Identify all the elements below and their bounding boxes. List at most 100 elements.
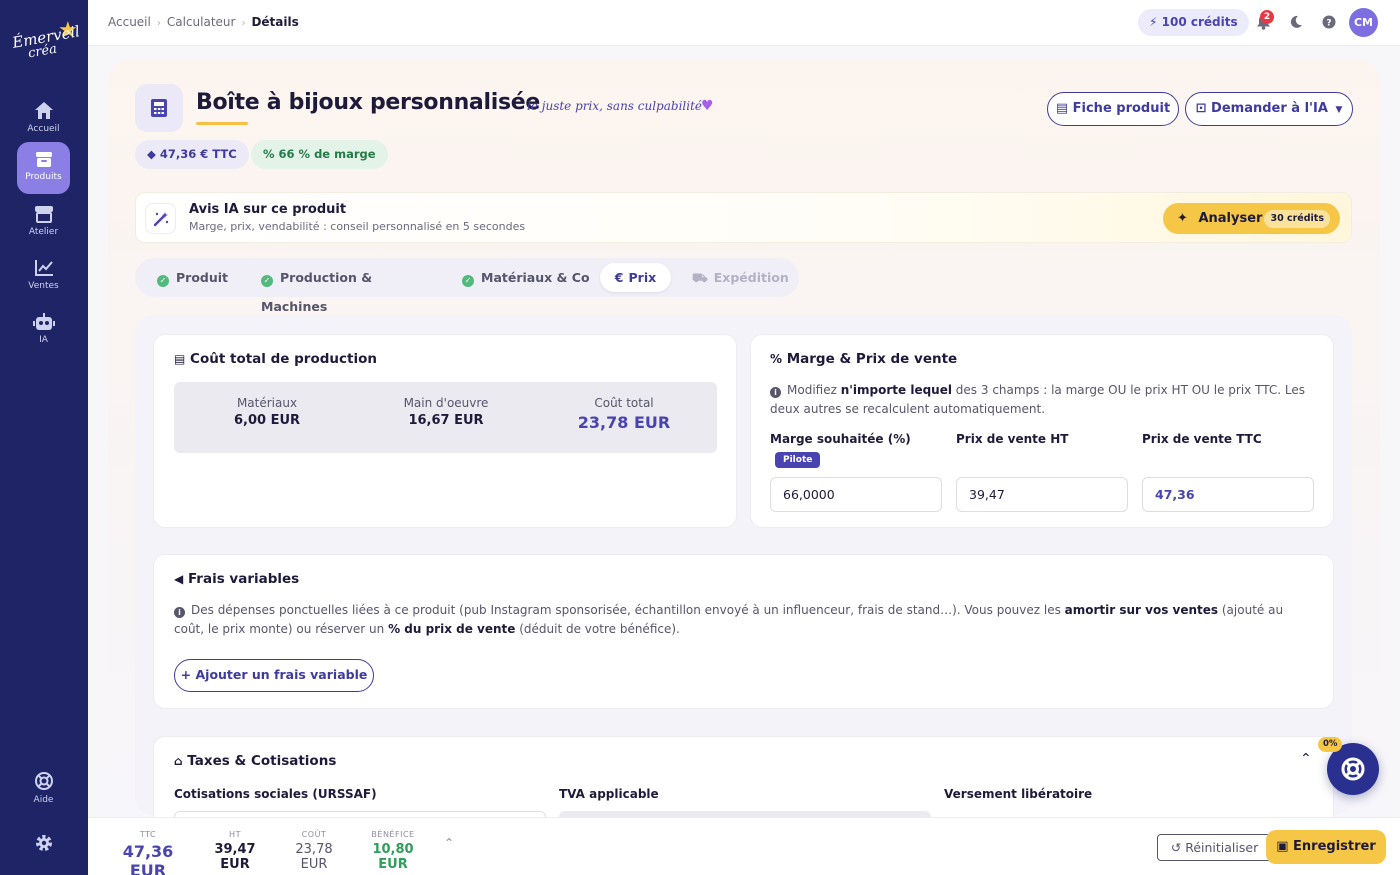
- margin-pill-label: 66 % de marge: [278, 147, 376, 161]
- ask-ai-label: Demander à l'IA: [1211, 101, 1328, 116]
- pricing-section: ▤ Coût total de production Matériaux 6,0…: [135, 315, 1352, 841]
- cost-total: Coût total 23,78 EUR: [534, 396, 714, 432]
- sidebar-item-atelier[interactable]: Atelier: [17, 196, 70, 248]
- ai-card-subtitle: Marge, prix, vendabilité : conseil perso…: [189, 220, 526, 233]
- breadcrumb-current: Détails: [251, 15, 299, 29]
- margin-info-pre: Modifiez: [787, 383, 841, 397]
- gear-icon: [35, 835, 52, 851]
- magic-wand-icon: [153, 212, 168, 227]
- lifebuoy-icon: [34, 772, 53, 790]
- analyze-cost-badge: 30 crédits: [1264, 210, 1330, 228]
- cost-total-value: 23,78 EUR: [577, 413, 671, 432]
- taxes-title: ⌂ Taxes & Cotisations: [174, 753, 336, 769]
- chevron-up-icon[interactable]: ⌃: [444, 836, 454, 850]
- summary-profit: BÉNÉFICE 10,80 EUR: [360, 830, 426, 872]
- product-sheet-label: Fiche produit: [1072, 101, 1171, 116]
- analyze-label: Analyser: [1198, 211, 1263, 226]
- summary-ht: HT 39,47 EUR: [202, 830, 268, 872]
- margin-card-title: % Marge & Prix de vente: [770, 351, 957, 367]
- vat-label: TVA applicable: [559, 787, 659, 801]
- bolt-icon: ⚡: [1149, 15, 1158, 29]
- breadcrumb-accueil[interactable]: Accueil: [108, 15, 151, 29]
- cost-materials-label: Matériaux: [236, 396, 298, 410]
- versement-label: Versement libératoire: [944, 787, 1093, 801]
- tab-production[interactable]: ✓ Production & Machines: [261, 263, 441, 314]
- tab-prix[interactable]: € Prix: [600, 263, 671, 292]
- pilot-badge: Pilote: [775, 452, 821, 468]
- tab-materiaux[interactable]: ✓ Matériaux & Co: [462, 263, 592, 292]
- check-icon: ✓: [157, 275, 169, 287]
- sidebar-item-produits[interactable]: Produits: [17, 142, 70, 194]
- chevron-up-icon[interactable]: ⌃: [1300, 751, 1312, 767]
- avatar[interactable]: CM: [1349, 8, 1378, 37]
- ai-icon-box: [145, 203, 176, 234]
- summary-cost: COÛT 23,78 EUR: [280, 830, 348, 872]
- sidebar-item-label: Atelier: [28, 227, 59, 237]
- cost-materials-value: 6,00 EUR: [233, 413, 301, 428]
- summary-ht-key: HT: [229, 830, 241, 839]
- taxes-title-text: Taxes & Cotisations: [187, 753, 337, 769]
- summary-ttc-value: 47,36 EUR: [122, 842, 174, 875]
- save-button[interactable]: ▣ Enregistrer: [1266, 830, 1386, 864]
- tab-expedition: ⛟ Expédition: [692, 263, 792, 292]
- price-pill-label: 47,36 € TTC: [159, 147, 237, 161]
- margin-input[interactable]: 66,0000: [770, 477, 942, 512]
- help-icon[interactable]: ?: [1322, 15, 1336, 29]
- sidebar-item-label: Aide: [33, 795, 54, 805]
- info-icon: i: [174, 607, 185, 618]
- box-icon: [35, 152, 52, 167]
- credits-button[interactable]: ⚡ 100 crédits: [1138, 9, 1249, 36]
- cost-card: ▤ Coût total de production Matériaux 6,0…: [153, 334, 737, 528]
- ttc-field-label: Prix de vente TTC: [1142, 432, 1262, 446]
- cost-labor-label: Main d'oeuvre: [403, 396, 489, 410]
- info-icon: i: [770, 387, 781, 398]
- chevron-right-icon: ›: [156, 18, 161, 29]
- tab-produit[interactable]: ✓ Produit: [157, 263, 257, 292]
- product-icon-box: [135, 84, 183, 132]
- tab-label: Matériaux & Co: [481, 270, 590, 285]
- sidebar-item-accueil[interactable]: Accueil: [17, 92, 70, 144]
- tab-label: Produit: [176, 270, 229, 285]
- calculator-icon: [151, 99, 167, 117]
- sidebar-item-aide[interactable]: Aide: [17, 762, 70, 814]
- truck-icon: ⛟: [692, 270, 708, 285]
- margin-card: % Marge & Prix de vente i Modifiez n'impo…: [750, 334, 1334, 528]
- tagline: le juste prix, sans culpabilité: [527, 99, 703, 113]
- ask-ai-button[interactable]: ⊡ Demander à l'IA ▼: [1185, 92, 1353, 126]
- price-pill: ◆ 47,36 € TTC: [135, 140, 249, 169]
- price-ttc-input[interactable]: 47,36: [1142, 477, 1314, 512]
- save-label: Enregistrer: [1293, 839, 1376, 854]
- sidebar-item-ia[interactable]: IA: [17, 304, 70, 356]
- ht-field-label: Prix de vente HT: [956, 432, 1069, 446]
- cost-total-label: Coût total: [594, 396, 654, 410]
- robot-icon: [32, 313, 55, 330]
- sidebar-item-label: Ventes: [28, 281, 59, 291]
- settings-button[interactable]: [17, 824, 70, 860]
- magic-wand-icon: ✦: [1177, 211, 1188, 226]
- margin-info: i Modifiez n'importe lequel des 3 champs …: [770, 381, 1310, 419]
- summary-ttc-key: TTC: [139, 830, 157, 839]
- breadcrumb-calculateur[interactable]: Calculateur: [167, 15, 236, 29]
- analyze-button[interactable]: ✦ Analyser 30 crédits: [1163, 203, 1340, 234]
- sidebar-item-ventes[interactable]: Ventes: [17, 250, 70, 302]
- bank-icon: ⌂: [174, 754, 183, 768]
- home-icon: [34, 102, 53, 119]
- save-icon: ▣: [1276, 839, 1289, 854]
- variable-costs-title-text: Frais variables: [187, 571, 300, 587]
- reset-button[interactable]: ↺ Réinitialiser: [1157, 834, 1272, 861]
- cost-card-title: ▤ Coût total de production: [174, 351, 377, 367]
- document-icon: ▤: [1055, 101, 1069, 116]
- chart-line-icon: [34, 260, 53, 276]
- cost-card-title-text: Coût total de production: [190, 351, 377, 367]
- help-progress-badge: 0%: [1318, 737, 1343, 752]
- sidebar-item-label: IA: [39, 335, 48, 345]
- price-ht-input[interactable]: 39,47: [956, 477, 1128, 512]
- product-sheet-button[interactable]: ▤ Fiche produit: [1047, 92, 1179, 126]
- receipt-icon: ▤: [174, 352, 186, 366]
- summary-profit-value: 10,80 EUR: [372, 842, 414, 872]
- brand-logo[interactable]: ★ Émerveil créa: [10, 18, 81, 66]
- vc-info-3: (déduit de votre bénéfice).: [515, 622, 680, 636]
- add-variable-cost-button[interactable]: + Ajouter un frais variable: [174, 659, 374, 692]
- moon-icon[interactable]: [1289, 15, 1303, 29]
- page-title: Boîte à bijoux personnalisée: [196, 90, 540, 115]
